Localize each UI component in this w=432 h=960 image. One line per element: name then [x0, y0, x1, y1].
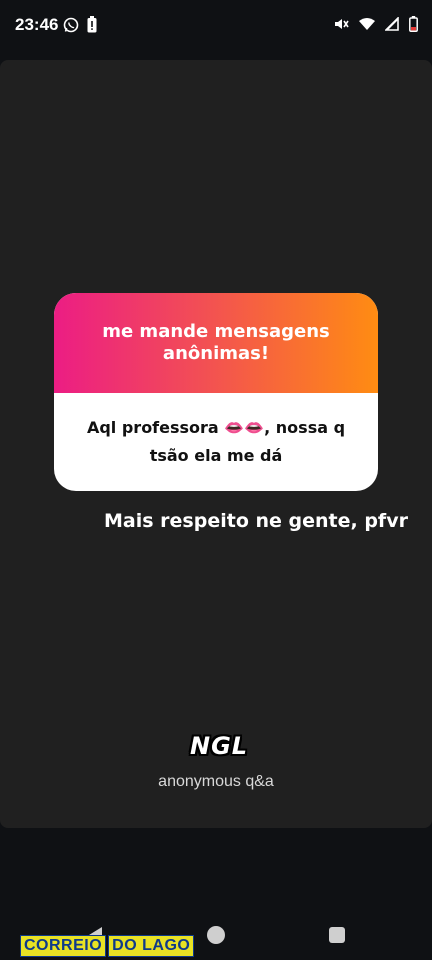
ngl-subtitle: anonymous q&a: [158, 773, 274, 790]
watermark-part1: CORREIO: [20, 935, 107, 957]
ngl-card-title: me mande mensagens anônimas!: [102, 321, 330, 364]
story-caption: Mais respeito ne gente, pfvr: [104, 510, 408, 532]
whatsapp-icon: [63, 17, 79, 32]
ngl-card-message: Aql professora 👄👄, nossa q tsão ela me d…: [86, 418, 346, 465]
status-left-icons: [63, 16, 97, 33]
ngl-card-header: me mande mensagens anônimas!: [54, 293, 378, 393]
status-time: 23:46: [15, 15, 59, 34]
mute-icon: [335, 19, 349, 29]
home-icon[interactable]: [207, 926, 225, 944]
watermark-logo: CORREIO DO LAGO: [20, 935, 195, 957]
status-right-icons: [333, 16, 418, 32]
ngl-logo: NGL: [186, 732, 249, 766]
battery-alert-icon: [87, 16, 97, 33]
ngl-logo-text: NGL: [190, 732, 249, 760]
recents-icon[interactable]: [329, 927, 345, 943]
ngl-card-body: Aql professora 👄👄, nossa q tsão ela me d…: [54, 393, 378, 491]
status-bar: 23:46: [0, 0, 432, 50]
ngl-question-card: me mande mensagens anônimas! Aql profess…: [54, 293, 378, 491]
signal-icon: [385, 17, 399, 31]
battery-icon: [409, 16, 418, 32]
wifi-icon: [359, 18, 375, 30]
watermark-part2: DO LAGO: [108, 935, 195, 957]
